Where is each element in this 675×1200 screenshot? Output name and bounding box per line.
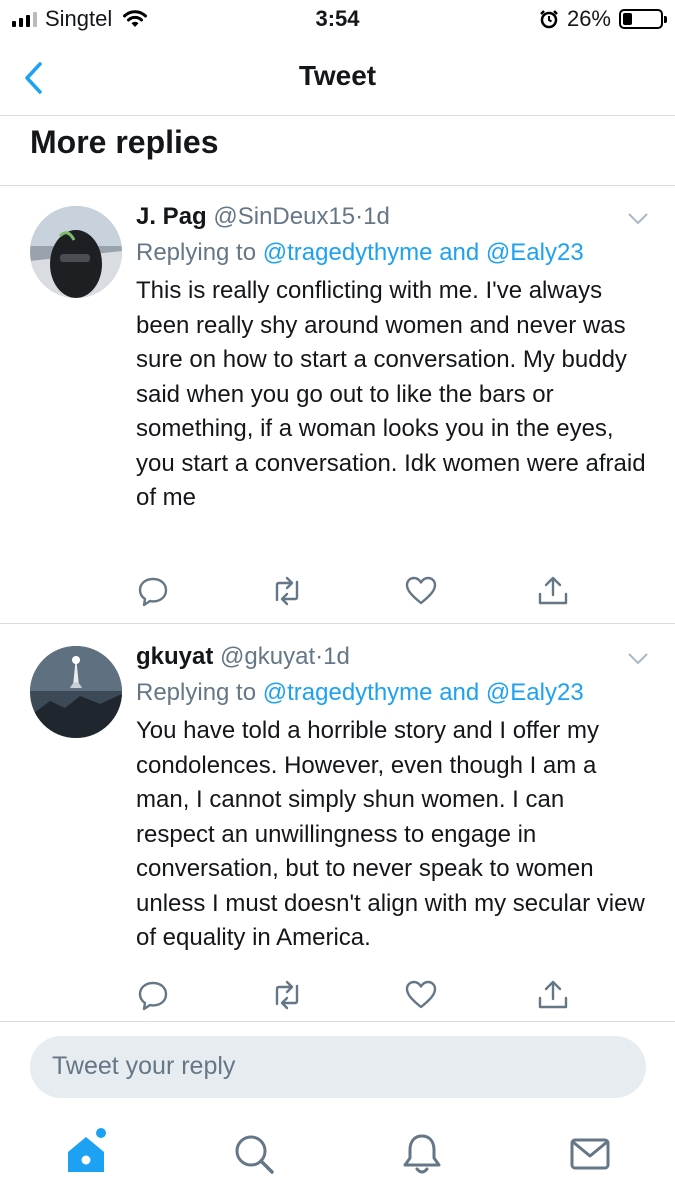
share-icon[interactable]: [536, 978, 570, 1012]
replying-to-label: Replying to: [136, 679, 257, 706]
share-icon[interactable]: [536, 574, 570, 608]
status-bar: Singtel 3:54 26%: [0, 0, 675, 40]
reply-tweet[interactable]: gkuyat @gkuyat·1d Replying to @tragedyth…: [0, 624, 675, 1022]
reply-icon[interactable]: [136, 574, 170, 608]
chevron-down-icon[interactable]: [627, 652, 649, 666]
tweet-actions: [136, 978, 606, 1014]
page-title: Tweet: [298, 60, 377, 91]
tweet-body: gkuyat @gkuyat·1d Replying to @tragedyth…: [136, 640, 647, 956]
meta-separator: ·: [355, 203, 364, 230]
reply-composer[interactable]: Tweet your reply: [30, 1036, 646, 1098]
nav-bar: Tweet: [0, 40, 675, 116]
tweet-age: 1d: [363, 203, 390, 230]
avatar[interactable]: [30, 646, 122, 738]
like-heart-icon[interactable]: [404, 574, 438, 608]
more-replies-header: More replies: [0, 116, 675, 186]
messages-envelope-icon[interactable]: [566, 1130, 614, 1178]
alarm-icon: [540, 10, 558, 29]
mention-link[interactable]: @tragedythyme: [263, 239, 433, 266]
battery-icon: [619, 9, 667, 29]
tweet-body: J. Pag @SinDeux15·1d Replying to @traged…: [136, 200, 647, 516]
retweet-icon[interactable]: [270, 978, 304, 1012]
battery-fill: [623, 13, 633, 25]
author-name[interactable]: gkuyat: [136, 643, 213, 670]
mention-link[interactable]: @Ealy23: [486, 679, 584, 706]
tab-bar: [0, 1118, 675, 1200]
reply-tweet[interactable]: J. Pag @SinDeux15·1d Replying to @traged…: [0, 186, 675, 624]
tweet-meta: J. Pag @SinDeux15·1d: [136, 200, 647, 234]
replying-to-label: Replying to: [136, 239, 257, 266]
mention-link[interactable]: @tragedythyme: [263, 679, 433, 706]
tweet-text: You have told a horrible story and I off…: [136, 717, 645, 951]
author-name[interactable]: J. Pag: [136, 203, 207, 230]
battery-percent: 26%: [566, 6, 611, 31]
avatar[interactable]: [30, 206, 122, 298]
meta-separator: ·: [315, 643, 324, 670]
author-handle[interactable]: @SinDeux15: [213, 203, 355, 230]
reply-icon[interactable]: [136, 978, 170, 1012]
tweet-age: 1d: [323, 643, 350, 670]
mention-link[interactable]: @Ealy23: [486, 239, 584, 266]
search-icon[interactable]: [230, 1130, 278, 1178]
tweet-text: This is really conflicting with me. I've…: [136, 277, 646, 511]
like-heart-icon[interactable]: [404, 978, 438, 1012]
status-bar-right: 26%: [539, 6, 667, 32]
composer-placeholder: Tweet your reply: [52, 1052, 236, 1080]
replying-to-line: Replying to @tragedythyme and @Ealy23: [136, 236, 647, 270]
tweet-actions: [136, 574, 606, 610]
and-separator: and: [439, 679, 480, 706]
home-unread-dot: [96, 1128, 106, 1138]
and-separator: and: [439, 239, 480, 266]
author-handle[interactable]: @gkuyat: [220, 643, 315, 670]
tweet-meta: gkuyat @gkuyat·1d: [136, 640, 647, 674]
notifications-bell-icon[interactable]: [398, 1130, 446, 1178]
chevron-down-icon[interactable]: [627, 212, 649, 226]
retweet-icon[interactable]: [270, 574, 304, 608]
replying-to-line: Replying to @tragedythyme and @Ealy23: [136, 676, 647, 710]
section-title: More replies: [30, 124, 219, 160]
